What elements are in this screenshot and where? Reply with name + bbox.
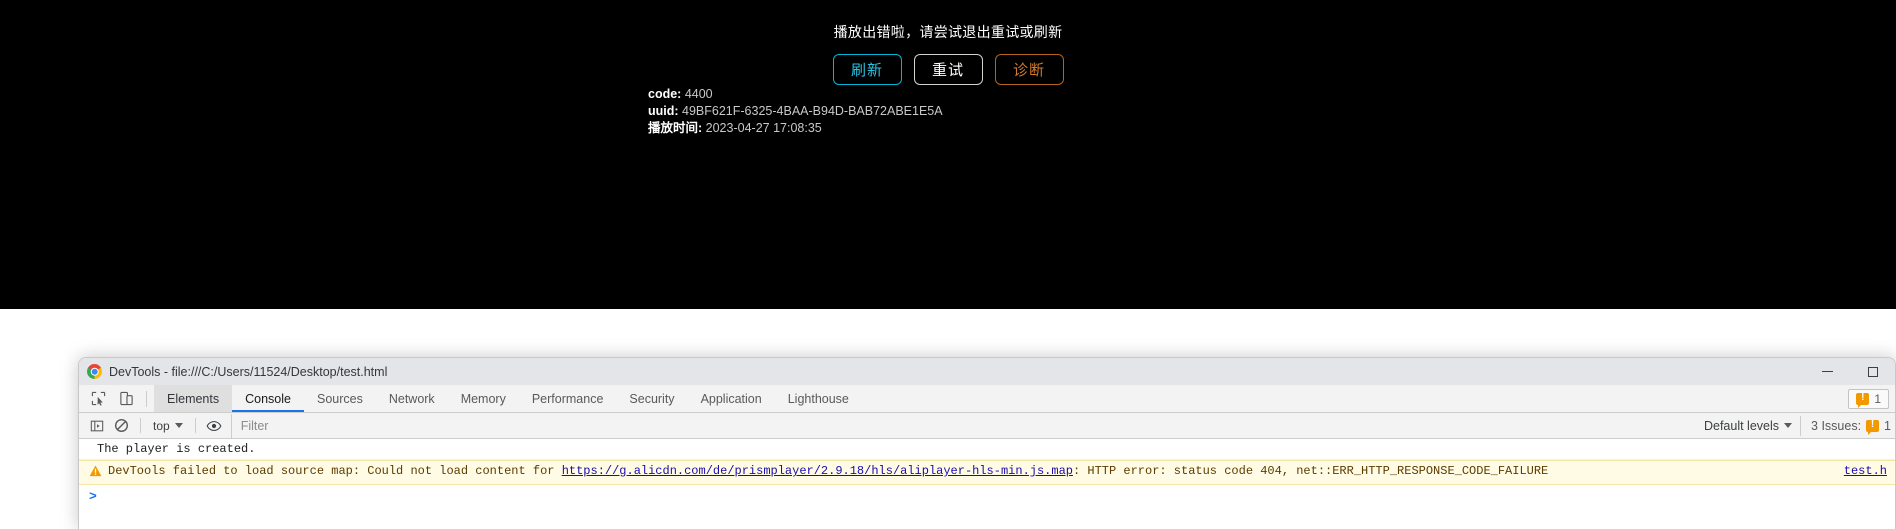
tab-elements[interactable]: Elements bbox=[154, 385, 233, 412]
issues-badge[interactable]: 1 bbox=[1848, 388, 1889, 409]
minimize-icon bbox=[1822, 370, 1833, 373]
refresh-button[interactable]: 刷新 bbox=[832, 54, 902, 85]
execution-context-label: top bbox=[153, 418, 170, 433]
screen: 播放出错啦，请尝试退出重试或刷新 刷新 重试 诊断 code: 4400 uui… bbox=[0, 0, 1896, 529]
issues-counter-label: 3 Issues: bbox=[1811, 418, 1862, 433]
warning-prefix: DevTools failed to load source map: Coul… bbox=[108, 464, 562, 478]
devtools-tabbar: Elements Console Sources Network Memory … bbox=[79, 385, 1895, 413]
device-toolbar-button[interactable] bbox=[113, 386, 139, 412]
toolbar-divider-1 bbox=[140, 418, 141, 433]
issues-badge-count: 1 bbox=[1874, 391, 1881, 406]
player-error-details: code: 4400 uuid: 49BF621F-6325-4BAA-B94D… bbox=[648, 86, 943, 137]
warning-suffix: : HTTP error: status code 404, net::ERR_… bbox=[1072, 464, 1549, 478]
tab-security[interactable]: Security bbox=[616, 385, 687, 412]
console-toolbar: top Default levels 3 Issues: 1 bbox=[79, 413, 1895, 439]
console-message-list[interactable]: The player is created. DevTools failed t… bbox=[79, 439, 1895, 529]
player-error-message: 播放出错啦，请尝试退出重试或刷新 bbox=[833, 24, 1063, 40]
player-error-button-row: 刷新 重试 诊断 bbox=[832, 54, 1064, 85]
minimize-button[interactable] bbox=[1805, 358, 1850, 385]
tab-console[interactable]: Console bbox=[232, 385, 304, 412]
error-detail-code-value: 4400 bbox=[684, 87, 713, 101]
warning-triangle-icon bbox=[89, 465, 102, 477]
console-message-warning[interactable]: DevTools failed to load source map: Coul… bbox=[79, 460, 1895, 485]
tabbar-divider bbox=[146, 390, 147, 407]
console-prompt[interactable]: > bbox=[79, 485, 1895, 504]
inspect-element-icon bbox=[91, 391, 105, 406]
retry-button[interactable]: 重试 bbox=[913, 54, 983, 85]
console-sidebar-icon bbox=[90, 420, 103, 431]
error-detail-uuid: uuid: 49BF621F-6325-4BAA-B94D-BAB72ABE1E… bbox=[648, 103, 943, 120]
error-detail-time: 播放时间: 2023-04-27 17:08:35 bbox=[648, 120, 943, 137]
console-message-source-link[interactable]: test.h bbox=[1844, 464, 1887, 478]
chrome-logo-icon bbox=[87, 364, 102, 379]
devtools-titlebar[interactable]: DevTools - file:///C:/Users/11524/Deskto… bbox=[79, 358, 1895, 385]
console-message-text: DevTools failed to load source map: Coul… bbox=[108, 464, 1548, 478]
warning-icon bbox=[89, 465, 102, 481]
tab-application[interactable]: Application bbox=[688, 385, 775, 412]
toolbar-divider-2 bbox=[194, 418, 196, 433]
error-detail-time-value: 2023-04-27 17:08:35 bbox=[705, 121, 822, 135]
tab-memory[interactable]: Memory bbox=[448, 385, 519, 412]
issues-counter[interactable]: 3 Issues: 1 bbox=[1800, 415, 1895, 436]
live-expression-icon bbox=[206, 420, 222, 431]
console-sidebar-button[interactable] bbox=[84, 414, 109, 438]
error-detail-code-label: code: bbox=[648, 87, 682, 101]
tab-sources[interactable]: Sources bbox=[304, 385, 376, 412]
player-error-center: 播放出错啦，请尝试退出重试或刷新 刷新 重试 诊断 bbox=[0, 0, 1896, 85]
clear-console-button[interactable] bbox=[109, 414, 134, 438]
devtools-window: DevTools - file:///C:/Users/11524/Deskto… bbox=[78, 357, 1896, 529]
chevron-down-icon bbox=[174, 423, 183, 428]
log-levels-selector[interactable]: Default levels bbox=[1696, 416, 1800, 436]
console-message-text: The player is created. bbox=[97, 442, 256, 456]
tabbar-right-area: 1 bbox=[1848, 385, 1895, 412]
tab-lighthouse[interactable]: Lighthouse bbox=[775, 385, 862, 412]
issues-counter-count: 1 bbox=[1884, 418, 1891, 433]
filter-input[interactable] bbox=[240, 418, 1690, 433]
diagnose-button[interactable]: 诊断 bbox=[994, 54, 1064, 85]
device-toolbar-icon bbox=[119, 391, 133, 406]
inspect-element-button[interactable] bbox=[85, 386, 111, 412]
tabbar-left-icons bbox=[79, 385, 154, 412]
error-detail-uuid-value: 49BF621F-6325-4BAA-B94D-BAB72ABE1E5A bbox=[682, 104, 943, 118]
devtools-tab-list: Elements Console Sources Network Memory … bbox=[154, 385, 862, 412]
tab-network[interactable]: Network bbox=[376, 385, 448, 412]
console-message-log[interactable]: The player is created. bbox=[79, 439, 1895, 460]
prompt-input[interactable] bbox=[103, 489, 104, 502]
error-detail-uuid-label: uuid: bbox=[648, 104, 679, 118]
execution-context-selector[interactable]: top bbox=[147, 416, 189, 436]
warning-icon bbox=[1866, 419, 1880, 435]
error-detail-code: code: 4400 bbox=[648, 86, 943, 103]
error-detail-time-label: 播放时间: bbox=[648, 121, 703, 135]
prompt-arrow-icon: > bbox=[89, 489, 97, 504]
live-expression-button[interactable] bbox=[202, 414, 227, 438]
devtools-window-title: DevTools - file:///C:/Users/11524/Deskto… bbox=[109, 364, 388, 379]
source-map-link[interactable]: https://g.alicdn.com/de/prismplayer/2.9.… bbox=[562, 464, 1073, 478]
maximize-button[interactable] bbox=[1850, 358, 1895, 385]
video-player-error-overlay: 播放出错啦，请尝试退出重试或刷新 刷新 重试 诊断 code: 4400 uui… bbox=[0, 0, 1896, 309]
tab-performance[interactable]: Performance bbox=[519, 385, 617, 412]
chevron-down-icon bbox=[1784, 423, 1793, 428]
clear-console-icon bbox=[114, 418, 129, 433]
warning-icon bbox=[1856, 392, 1870, 408]
maximize-icon bbox=[1867, 366, 1878, 377]
window-controls bbox=[1805, 358, 1895, 385]
filter-field-wrap bbox=[230, 413, 1690, 438]
log-levels-label: Default levels bbox=[1703, 418, 1780, 433]
